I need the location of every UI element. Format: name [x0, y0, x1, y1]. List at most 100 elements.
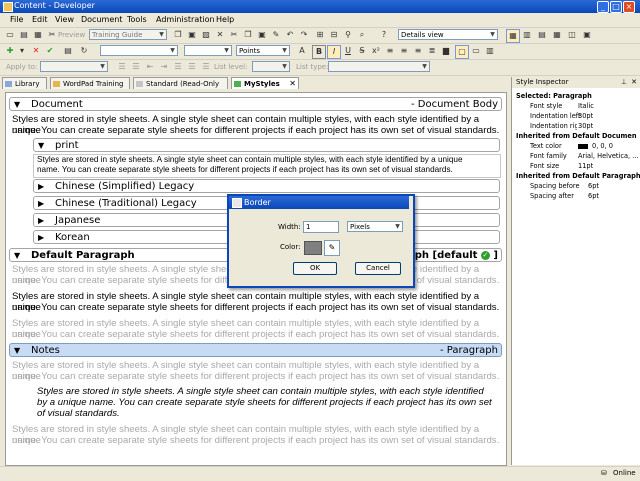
- style-combo[interactable]: ▼: [100, 45, 178, 56]
- close-icon[interactable]: ✕: [631, 77, 637, 88]
- section-notes[interactable]: ▼ Notes - Paragraph: [9, 343, 502, 357]
- menu-administration[interactable]: Administration: [156, 15, 215, 24]
- tab-mystyles[interactable]: MyStyles ✕: [231, 77, 299, 89]
- tab-library[interactable]: Library: [2, 77, 47, 89]
- expand-icon[interactable]: ▶: [38, 214, 44, 227]
- cancel-button[interactable]: Cancel: [355, 262, 401, 275]
- align-right-icon[interactable]: ≡: [412, 45, 424, 57]
- table-icon[interactable]: ⊟: [328, 29, 340, 41]
- insert-icon[interactable]: ⊞: [314, 29, 326, 41]
- border-icon[interactable]: ▢: [455, 45, 469, 59]
- undo-icon[interactable]: ↶: [284, 29, 296, 41]
- document-icon: [53, 81, 60, 87]
- style-icon[interactable]: ▤: [62, 45, 74, 57]
- find-icon[interactable]: ⌕: [356, 29, 368, 41]
- copy2-icon[interactable]: ❐: [242, 29, 254, 41]
- italic-button[interactable]: I: [327, 45, 341, 59]
- border-style-icon[interactable]: ▭: [470, 45, 482, 57]
- open-icon[interactable]: ▤: [18, 29, 30, 41]
- expand-icon[interactable]: ▶: [38, 180, 44, 193]
- shading-icon[interactable]: ▥: [484, 45, 496, 57]
- menu-tools[interactable]: Tools: [127, 15, 147, 24]
- training-guide-combo[interactable]: Training Guide ▼: [89, 29, 167, 40]
- toolbar-2: ✚ ▾ ✕ ✔ ▤ ↻ ▼ ▼ Points ▼ A B I U S̶ x² ≡…: [0, 44, 640, 60]
- list-level-combo[interactable]: ▼: [252, 61, 290, 72]
- cut-icon[interactable]: ✂: [46, 29, 58, 41]
- pin-icon[interactable]: ⊥: [621, 77, 627, 88]
- bold-button[interactable]: B: [312, 45, 326, 59]
- units-combo[interactable]: Points ▼: [236, 45, 290, 56]
- section-document[interactable]: ▼ Document - Document Body: [9, 97, 502, 111]
- menu-document[interactable]: Document: [81, 15, 122, 24]
- font-size-combo[interactable]: ▼: [184, 45, 232, 56]
- superscript-icon[interactable]: x²: [370, 45, 382, 57]
- fill-color-icon[interactable]: ▆: [440, 45, 452, 57]
- apply-to-combo[interactable]: ▼: [40, 61, 108, 72]
- menu-file[interactable]: File: [10, 15, 23, 24]
- units-select[interactable]: Pixels ▼: [347, 221, 403, 232]
- cut2-icon[interactable]: ✂: [228, 29, 240, 41]
- number-list-icon[interactable]: ☰: [130, 61, 142, 73]
- new-icon[interactable]: ▭: [4, 29, 16, 41]
- color-picker-icon[interactable]: ✎: [324, 240, 340, 256]
- collapse-icon[interactable]: ▼: [14, 344, 20, 357]
- menu-help[interactable]: Help: [216, 15, 234, 24]
- tab-wordpad-training[interactable]: WordPad Training: [50, 77, 130, 89]
- dropdown-icon[interactable]: ▾: [16, 45, 28, 57]
- delete-icon[interactable]: ✕: [214, 29, 226, 41]
- minimize-button[interactable]: _: [597, 1, 609, 13]
- maximize-button[interactable]: □: [610, 1, 622, 13]
- remove-icon[interactable]: ✕: [30, 45, 42, 57]
- check-icon[interactable]: ✔: [44, 45, 56, 57]
- width-input[interactable]: 1: [303, 221, 339, 233]
- preview-label[interactable]: Preview: [58, 31, 85, 39]
- help-icon[interactable]: ?: [378, 29, 390, 41]
- refresh-icon[interactable]: ↻: [78, 45, 90, 57]
- view-combo[interactable]: Details view ▼: [398, 29, 498, 40]
- list2-icon[interactable]: ☰: [186, 61, 198, 73]
- layout-6-icon[interactable]: ▣: [581, 29, 593, 41]
- indent-icon[interactable]: ⇥: [158, 61, 170, 73]
- list-type-combo[interactable]: ▼: [328, 61, 430, 72]
- layout-4-icon[interactable]: ▦: [551, 29, 563, 41]
- tab-standard[interactable]: Standard (Read-Only 1): [133, 77, 228, 100]
- align-center-icon[interactable]: ≡: [398, 45, 410, 57]
- expand-icon[interactable]: ▶: [38, 197, 44, 210]
- list3-icon[interactable]: ☰: [200, 61, 212, 73]
- ok-button[interactable]: OK: [293, 262, 337, 275]
- section-chinese-simplified[interactable]: ▶ Chinese (Simplified) Legacy: [33, 179, 500, 193]
- color-swatch[interactable]: [304, 241, 322, 255]
- close-button[interactable]: ×: [623, 1, 635, 13]
- collapse-icon[interactable]: ▼: [14, 98, 20, 111]
- link-icon[interactable]: ⚲: [342, 29, 354, 41]
- underline-button[interactable]: U: [342, 45, 354, 57]
- layout-1-icon[interactable]: ▦: [506, 29, 520, 43]
- format-icon[interactable]: ▨: [200, 29, 212, 41]
- inspector-prop-value: 30pt: [578, 112, 594, 120]
- paste-icon[interactable]: ▣: [186, 29, 198, 41]
- format-painter-icon[interactable]: ✎: [270, 29, 282, 41]
- collapse-icon[interactable]: ▼: [38, 139, 44, 152]
- layout-5-icon[interactable]: ◫: [566, 29, 578, 41]
- save-icon[interactable]: ▦: [32, 29, 44, 41]
- section-print[interactable]: ▼ print: [33, 138, 500, 152]
- redo-icon[interactable]: ↷: [298, 29, 310, 41]
- list-icon[interactable]: ☰: [172, 61, 184, 73]
- justify-icon[interactable]: ≣: [426, 45, 438, 57]
- paste2-icon[interactable]: ▣: [256, 29, 268, 41]
- close-tab-icon[interactable]: ✕: [289, 78, 296, 90]
- add-icon[interactable]: ✚: [4, 45, 16, 57]
- collapse-icon[interactable]: ▼: [14, 249, 20, 262]
- layout-3-icon[interactable]: ▤: [536, 29, 548, 41]
- bullet-list-icon[interactable]: ☰: [116, 61, 128, 73]
- menu-view[interactable]: View: [55, 15, 74, 24]
- expand-icon[interactable]: ▶: [38, 231, 44, 244]
- outdent-icon[interactable]: ⇤: [144, 61, 156, 73]
- align-left-icon[interactable]: ≡: [384, 45, 396, 57]
- menu-edit[interactable]: Edit: [32, 15, 48, 24]
- layout-2-icon[interactable]: ▥: [521, 29, 533, 41]
- strikethrough-icon[interactable]: S̶: [356, 45, 368, 57]
- font-color-icon[interactable]: A: [296, 45, 308, 57]
- training-guide-value: Training Guide: [92, 31, 143, 39]
- copy-icon[interactable]: ❐: [172, 29, 184, 41]
